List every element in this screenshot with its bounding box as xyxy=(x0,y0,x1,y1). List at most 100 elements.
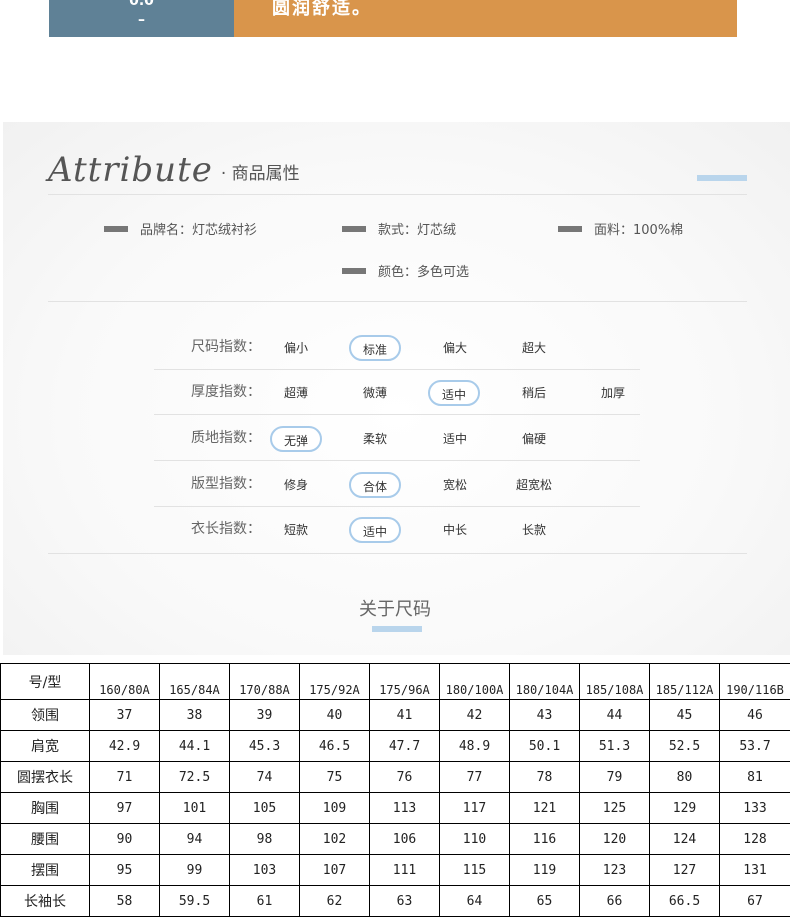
table-cell: 77 xyxy=(439,761,510,793)
size-table-header-row: 号/型 160/80A 165/84A 170/88A 175/92A 175/… xyxy=(0,663,790,700)
index-option: 短款 xyxy=(283,523,308,537)
table-cell: 111 xyxy=(369,854,440,886)
table-cell: 117 xyxy=(439,792,510,824)
table-cell: 90 xyxy=(89,823,160,855)
property-marker xyxy=(558,225,582,232)
size-header-cell: 175/92A xyxy=(299,663,370,700)
index-option: 微薄 xyxy=(362,386,387,400)
index-option-selected: 标准 xyxy=(349,335,401,361)
table-cell: 81 xyxy=(719,761,790,793)
row-separator xyxy=(154,460,640,461)
row-label-cell: 胸围 xyxy=(0,792,90,824)
divider-bottom xyxy=(48,553,747,554)
index-row-fit: 版型指数： 修身 合体 宽松 超宽松 xyxy=(154,462,640,507)
index-label: 尺码指数： xyxy=(191,339,261,355)
index-option: 偏小 xyxy=(283,341,308,355)
table-cell: 80 xyxy=(649,761,720,793)
size-header-cell: 175/96A xyxy=(369,663,440,700)
row-label-cell: 腰围 xyxy=(0,823,90,855)
table-cell: 98 xyxy=(229,823,300,855)
index-row-size: 尺码指数： 偏小 标准 偏大 超大 xyxy=(154,325,640,370)
table-cell: 123 xyxy=(579,854,650,886)
attribute-script-title: Attribute xyxy=(48,150,213,190)
index-option-selected: 适中 xyxy=(428,380,480,406)
table-cell: 42 xyxy=(439,699,510,731)
size-table: 号/型 160/80A 165/84A 170/88A 175/92A 175/… xyxy=(0,663,790,917)
table-cell: 106 xyxy=(369,823,440,855)
table-cell: 71 xyxy=(89,761,160,793)
table-cell: 120 xyxy=(579,823,650,855)
attribute-heading: Attribute · 商品属性 xyxy=(48,148,300,188)
index-row-length: 衣长指数： 短款 适中 中长 长款 xyxy=(154,507,640,552)
property-brand: 品牌名：灯芯绒衬衫 xyxy=(104,219,257,238)
table-cell: 59.5 xyxy=(159,885,230,917)
table-cell: 47.7 xyxy=(369,730,440,762)
table-cell: 107 xyxy=(299,854,370,886)
size-header-cell: 165/84A xyxy=(159,663,230,700)
heading-accent-bar xyxy=(697,175,747,181)
property-fabric: 面料：100%棉 xyxy=(558,219,683,238)
table-cell: 131 xyxy=(719,854,790,886)
table-cell: 46.5 xyxy=(299,730,370,762)
table-cell: 119 xyxy=(509,854,580,886)
table-cell: 127 xyxy=(649,854,720,886)
property-text: 面料：100%棉 xyxy=(594,223,684,238)
table-row: 摆围 95 99 103 107 111 115 119 123 127 131 xyxy=(0,854,790,886)
table-cell: 67 xyxy=(719,885,790,917)
index-option: 加厚 xyxy=(600,386,625,400)
table-cell: 125 xyxy=(579,792,650,824)
table-cell: 94 xyxy=(159,823,230,855)
index-label: 厚度指数： xyxy=(191,384,261,400)
table-cell: 64 xyxy=(439,885,510,917)
property-text: 款式：灯芯绒 xyxy=(378,223,457,238)
index-row-thickness: 厚度指数： 超薄 微薄 适中 稍后 加厚 xyxy=(154,370,640,415)
size-header-cell: 185/112A xyxy=(649,663,720,700)
index-option-selected: 合体 xyxy=(349,472,401,498)
table-cell: 63 xyxy=(369,885,440,917)
table-cell: 124 xyxy=(649,823,720,855)
table-cell: 95 xyxy=(89,854,160,886)
size-header-cell: 185/108A xyxy=(579,663,650,700)
table-cell: 42.9 xyxy=(89,730,160,762)
table-cell: 40 xyxy=(299,699,370,731)
index-label: 衣长指数： xyxy=(191,521,261,537)
size-header-cell: 180/104A xyxy=(509,663,580,700)
index-option: 超宽松 xyxy=(515,478,552,492)
table-cell: 45 xyxy=(649,699,720,731)
table-cell: 74 xyxy=(229,761,300,793)
size-header-cell: 160/80A xyxy=(89,663,160,700)
table-row: 长袖长 58 59.5 61 62 63 64 65 66 66.5 67 xyxy=(0,885,790,917)
table-cell: 78 xyxy=(509,761,580,793)
table-row: 胸围 97 101 105 109 113 117 121 125 129 133 xyxy=(0,792,790,824)
banner-left-text-bottom: – xyxy=(138,12,145,28)
table-cell: 75 xyxy=(299,761,370,793)
index-option: 适中 xyxy=(442,432,467,446)
divider-middle xyxy=(48,301,747,302)
table-cell: 110 xyxy=(439,823,510,855)
table-cell: 66.5 xyxy=(649,885,720,917)
table-cell: 53.7 xyxy=(719,730,790,762)
banner-left-text-top: 0.0 xyxy=(129,0,154,9)
table-cell: 103 xyxy=(229,854,300,886)
table-cell: 113 xyxy=(369,792,440,824)
table-cell: 37 xyxy=(89,699,160,731)
size-section-title: 关于尺码 xyxy=(359,599,431,620)
index-option: 中长 xyxy=(442,523,467,537)
size-header-cell: 190/116B xyxy=(719,663,790,700)
divider-top xyxy=(48,194,747,195)
index-option-selected: 无弹 xyxy=(270,426,322,452)
table-cell: 45.3 xyxy=(229,730,300,762)
index-option: 超薄 xyxy=(283,386,308,400)
table-cell: 46 xyxy=(719,699,790,731)
table-cell: 115 xyxy=(439,854,510,886)
banner-right-text: 圆润舒适。 xyxy=(272,0,372,19)
table-cell: 61 xyxy=(229,885,300,917)
row-separator xyxy=(154,414,640,415)
table-row: 圆摆衣长 71 72.5 74 75 76 77 78 79 80 81 xyxy=(0,761,790,793)
index-label: 版型指数： xyxy=(191,476,261,492)
table-cell: 51.3 xyxy=(579,730,650,762)
table-cell: 65 xyxy=(509,885,580,917)
property-marker xyxy=(342,267,366,274)
table-cell: 109 xyxy=(299,792,370,824)
table-cell: 97 xyxy=(89,792,160,824)
